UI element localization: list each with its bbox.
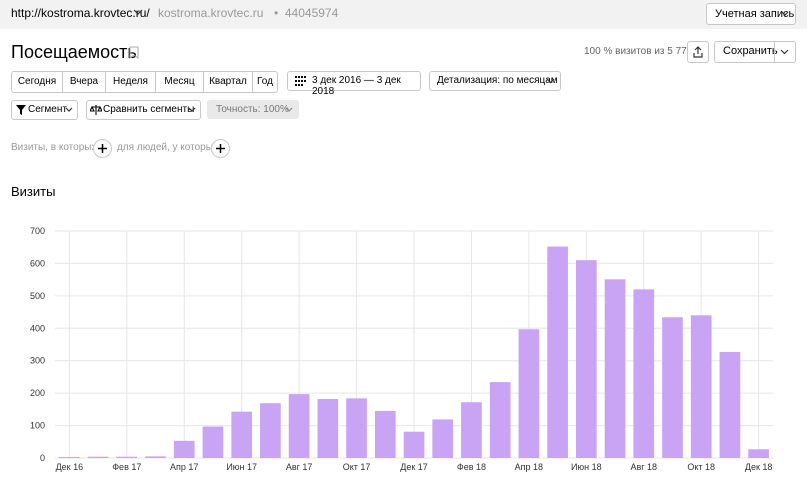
y-tick-label: 100	[30, 421, 45, 431]
bar	[662, 317, 683, 458]
visits-share: 100 % визитов из 5 778	[584, 46, 693, 57]
date-range-label: 3 дек 2016 — 3 дек 2018	[312, 75, 401, 97]
save-button-group: Сохранить	[714, 41, 796, 63]
detail-dropdown[interactable]: Детализация: по месяцам	[429, 71, 561, 91]
bar	[116, 456, 138, 458]
x-tick-label: Фев 18	[457, 462, 486, 472]
calendar-grid-icon	[295, 76, 306, 86]
site-host: kostroma.krovtec.ru	[158, 6, 264, 20]
visits-filter-label: Визиты, в которых	[11, 142, 97, 153]
separator-dot: •	[274, 6, 279, 20]
bar	[317, 398, 339, 458]
bar	[346, 398, 367, 458]
segment-label: Сегмент	[28, 104, 67, 115]
x-tick-label: Авг 18	[630, 462, 657, 472]
x-tick-label: Окт 17	[343, 462, 371, 472]
y-tick-label: 0	[40, 453, 45, 463]
period-week[interactable]: Неделя	[106, 72, 156, 92]
chevron-down-icon[interactable]	[133, 8, 143, 16]
counter-id-value: 44045974	[284, 6, 339, 20]
scales-icon	[90, 105, 102, 115]
period-today[interactable]: Сегодня	[12, 72, 63, 92]
period-selector: Сегодня Вчера Неделя Месяц Квартал Год	[11, 71, 278, 93]
y-tick-label: 700	[30, 226, 45, 236]
chevron-down-icon	[188, 107, 196, 112]
chevron-down-icon	[781, 11, 789, 16]
bar	[547, 246, 568, 458]
y-tick-label: 500	[30, 291, 45, 301]
compare-segments-label: Сравнить сегменты	[103, 104, 195, 115]
bar	[604, 279, 626, 458]
accuracy-dropdown[interactable]: Точность: 100%	[207, 100, 299, 119]
page-title: Посещаемость	[11, 42, 137, 62]
site-selector[interactable]: http://kostroma.krovtec.ru/	[11, 6, 150, 20]
x-tick-label: Июн 18	[571, 462, 602, 472]
export-button[interactable]	[687, 41, 709, 63]
date-range-picker[interactable]: 3 дек 2016 — 3 дек 2018	[287, 71, 421, 97]
divider	[774, 42, 775, 62]
visits-bar-chart: 0 100 200 300 400 500 600 700 Дек 16 Фев 17 Апр 17…	[30, 226, 773, 472]
x-tick-label: Дек 17	[400, 462, 428, 472]
x-tick-label: Дек 16	[56, 462, 84, 472]
filter-icon	[16, 105, 26, 115]
plus-icon	[216, 144, 225, 153]
top-bar: http://kostroma.krovtec.ru/ kostroma.kro…	[0, 0, 807, 29]
x-tick-label: Июн 17	[226, 462, 257, 472]
segment-button[interactable]: Сегмент	[11, 100, 78, 120]
people-filter-label: для людей, у которых	[117, 142, 218, 153]
y-tick-label: 300	[30, 356, 45, 366]
bar	[575, 260, 597, 458]
chevron-down-icon[interactable]	[780, 49, 789, 55]
x-tick-label: Дек 18	[745, 462, 773, 472]
chart-title: Визиты	[11, 184, 56, 199]
bar	[403, 431, 425, 458]
account-button[interactable]: Учетная запись	[706, 3, 796, 25]
period-yesterday[interactable]: Вчера	[63, 72, 106, 92]
x-tick-label: Фев 17	[112, 462, 141, 472]
y-tick-label: 200	[30, 388, 45, 398]
bar	[87, 456, 109, 458]
bar	[260, 403, 281, 458]
bar	[748, 449, 769, 458]
export-icon	[693, 46, 703, 58]
bar	[59, 457, 80, 458]
bar	[461, 402, 482, 458]
y-tick-label: 600	[30, 258, 45, 268]
x-tick-label: Апр 17	[170, 462, 198, 472]
period-month[interactable]: Месяц	[156, 72, 204, 92]
y-tick-label: 400	[30, 323, 45, 333]
compare-segments-button[interactable]: Сравнить сегменты	[86, 100, 201, 120]
accuracy-label: Точность: 100%	[216, 104, 289, 115]
chevron-down-icon	[546, 78, 555, 84]
bookmark-icon[interactable]	[129, 46, 139, 59]
x-tick-label: Авг 17	[286, 462, 313, 472]
bar	[173, 440, 195, 458]
bar	[719, 351, 741, 458]
counter-id: • 44045974	[274, 6, 338, 20]
bar	[231, 411, 253, 458]
period-year[interactable]: Год	[253, 72, 277, 92]
x-tick-label: Окт 18	[687, 462, 715, 472]
bar	[374, 410, 396, 458]
bar	[489, 382, 511, 458]
chevron-down-icon	[65, 107, 73, 112]
bar	[288, 394, 310, 458]
save-button[interactable]: Сохранить	[723, 45, 778, 57]
bar	[145, 456, 166, 458]
bar	[202, 426, 224, 458]
plus-icon	[98, 144, 107, 153]
detail-label: Детализация: по месяцам	[437, 75, 558, 86]
add-people-condition-button[interactable]	[211, 139, 230, 158]
chevron-down-icon	[285, 107, 293, 112]
bar	[690, 315, 712, 458]
bar	[518, 329, 540, 458]
bar	[633, 289, 655, 458]
bar	[432, 419, 454, 458]
period-quarter[interactable]: Квартал	[204, 72, 253, 92]
add-visits-condition-button[interactable]	[93, 139, 112, 158]
x-tick-label: Апр 18	[515, 462, 543, 472]
